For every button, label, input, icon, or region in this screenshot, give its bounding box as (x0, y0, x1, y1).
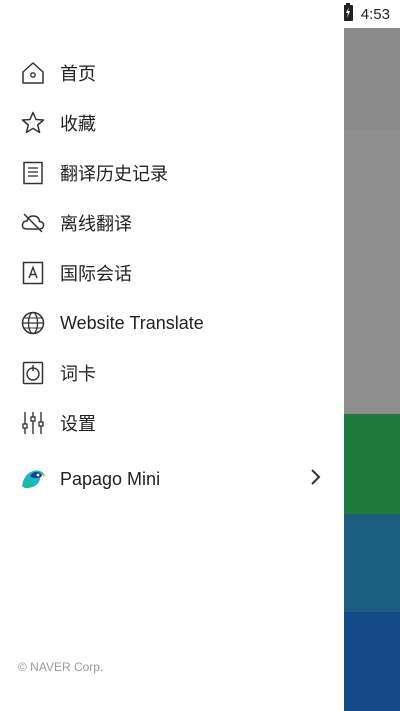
conversation-icon (18, 258, 48, 288)
menu-item-papago-mini[interactable]: Papago Mini (0, 448, 344, 510)
background-panel (344, 28, 400, 130)
offline-cloud-icon (18, 208, 48, 238)
menu-item-history[interactable]: 翻译历史记录 (0, 148, 344, 198)
background-panel (344, 130, 400, 414)
menu-item-label: 收藏 (60, 114, 96, 134)
menu-item-conversation[interactable]: 国际会话 (0, 248, 344, 298)
menu-item-label: 词卡 (60, 364, 96, 384)
menu-item-label: 翻译历史记录 (60, 164, 168, 184)
globe-icon (18, 308, 48, 338)
background-green-band (344, 414, 400, 514)
background-teal-band (344, 514, 400, 612)
drawer-menu: 首页 收藏 翻译历史记录 离线翻译 国际会话 Website Translate… (0, 48, 344, 510)
battery-charging-icon (342, 2, 353, 26)
chevron-right-icon (310, 466, 322, 492)
status-time: 4:53 (360, 5, 390, 23)
background-blue-band (344, 612, 400, 711)
menu-item-label: 首页 (60, 64, 96, 84)
menu-item-favorites[interactable]: 收藏 (0, 98, 344, 148)
menu-item-home[interactable]: 首页 (0, 48, 344, 98)
star-icon (18, 108, 48, 138)
history-icon (18, 158, 48, 188)
menu-item-label: 国际会话 (60, 264, 132, 284)
home-icon (18, 58, 48, 88)
menu-item-label: Website Translate (60, 312, 204, 333)
menu-item-label: 设置 (60, 414, 96, 434)
menu-item-settings[interactable]: 设置 (0, 398, 344, 448)
navigation-drawer: 首页 收藏 翻译历史记录 离线翻译 国际会话 Website Translate… (0, 0, 344, 711)
menu-item-label: 离线翻译 (60, 214, 132, 234)
menu-item-website-translate[interactable]: Website Translate (0, 298, 344, 348)
menu-item-label: Papago Mini (60, 468, 161, 489)
menu-item-offline-translate[interactable]: 离线翻译 (0, 198, 344, 248)
word-card-icon (18, 358, 48, 388)
settings-sliders-icon (18, 408, 48, 438)
menu-item-word-card[interactable]: 词卡 (0, 348, 344, 398)
background-app[interactable] (344, 0, 400, 711)
copyright-footer: © NAVER Corp. (18, 660, 104, 674)
papago-bird-icon (18, 464, 48, 494)
